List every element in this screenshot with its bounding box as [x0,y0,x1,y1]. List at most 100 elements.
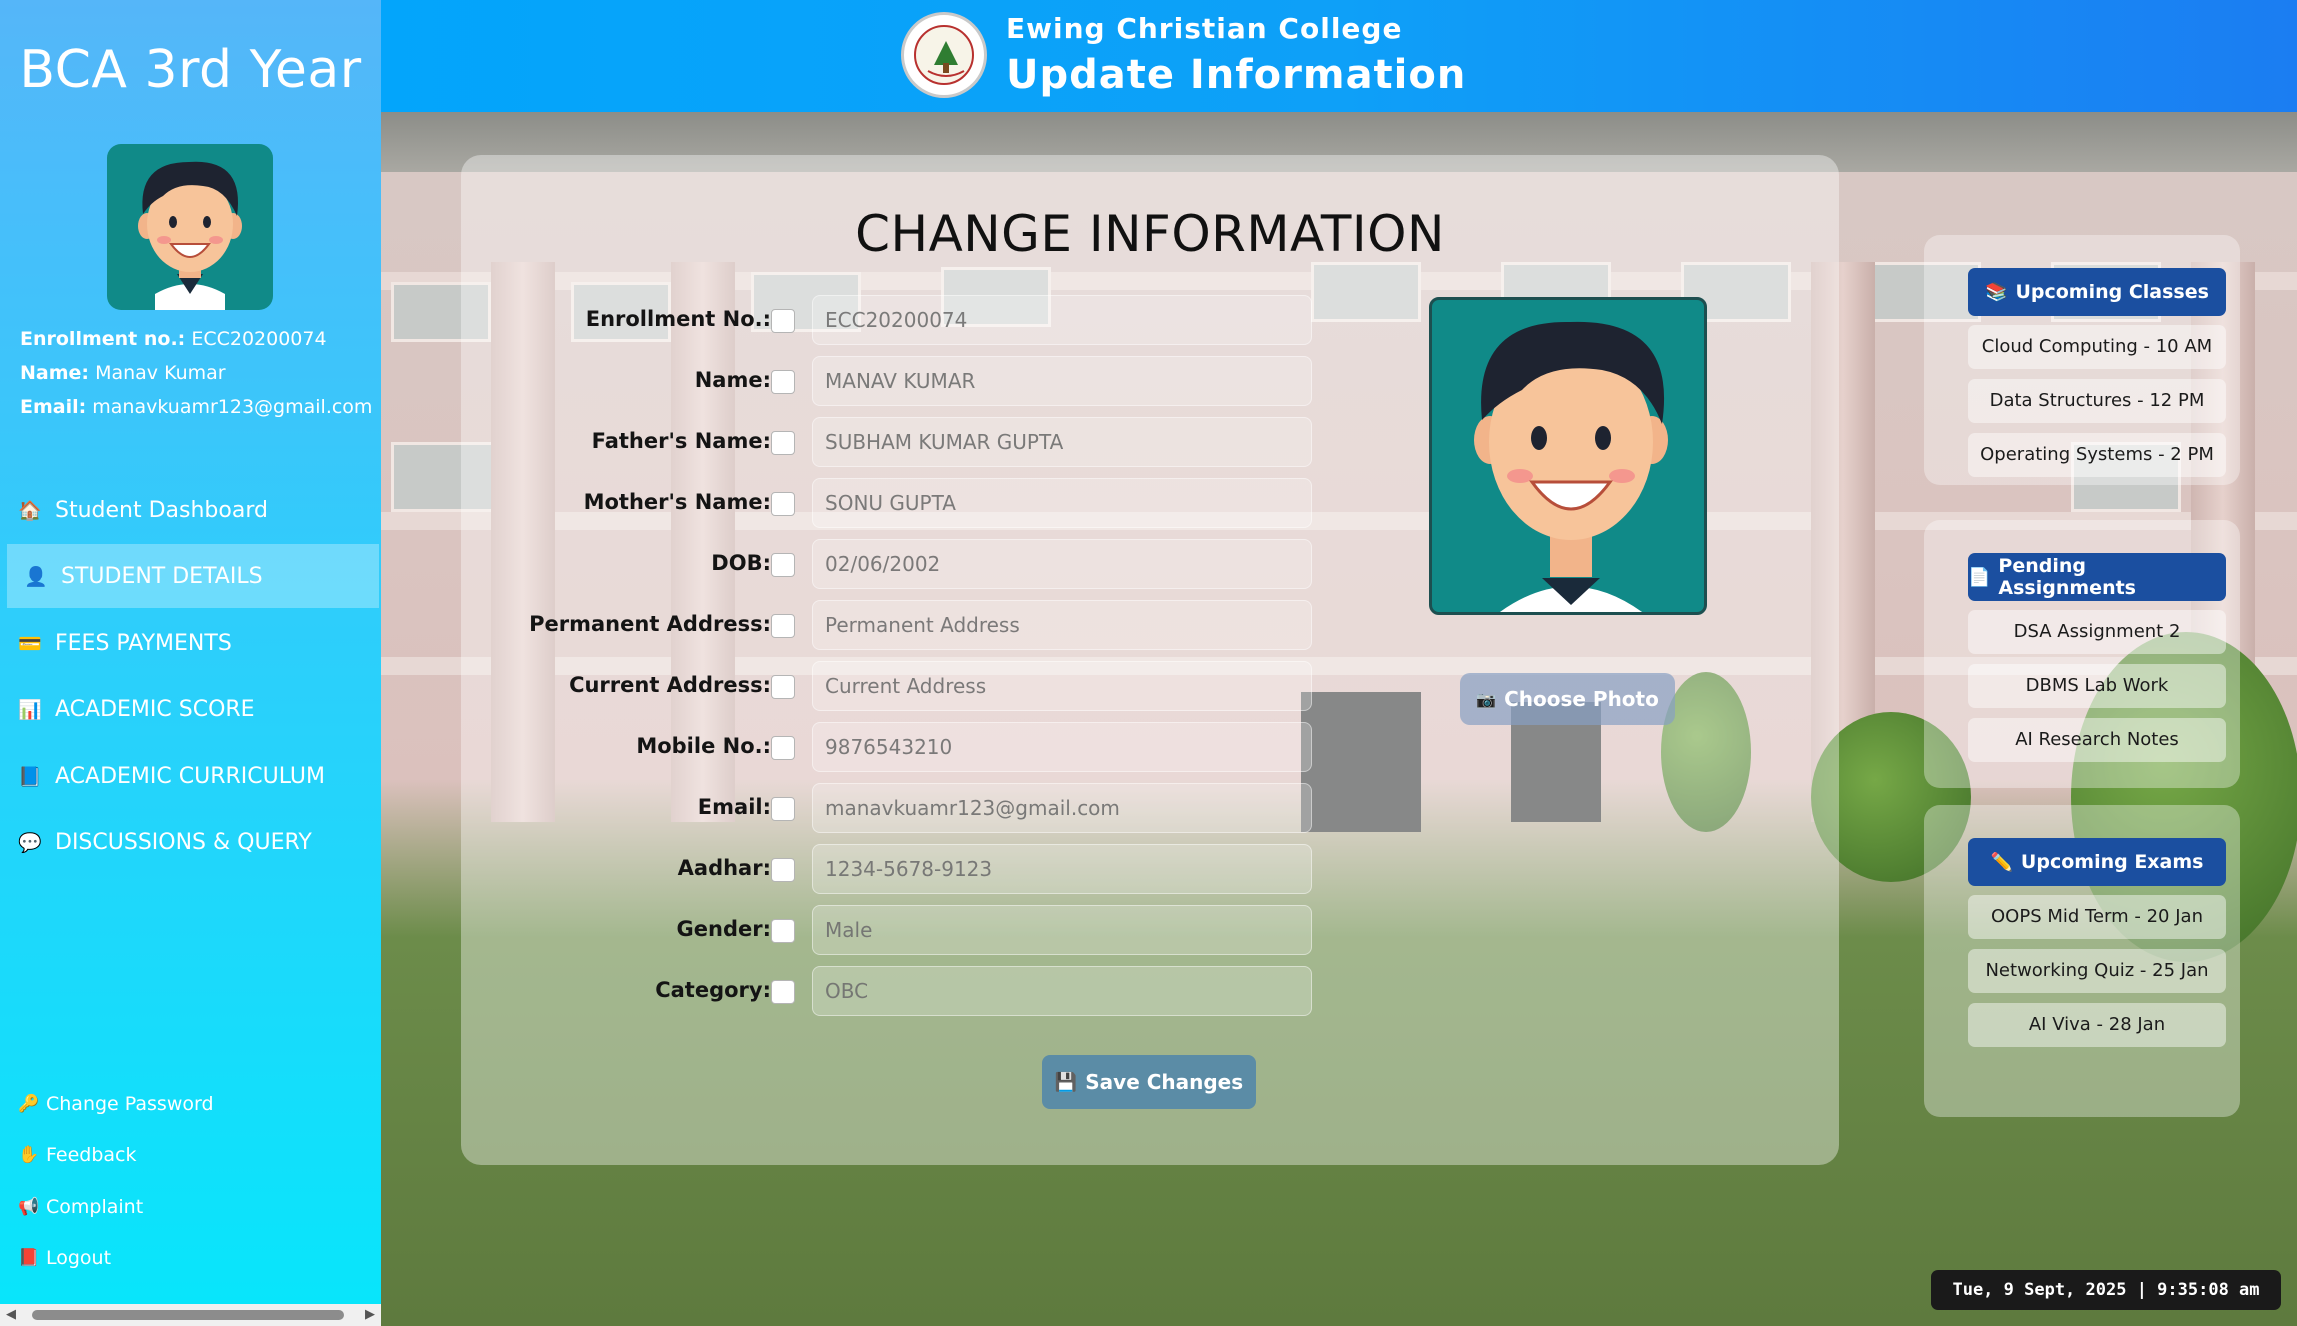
field-label: Aadhar: [677,856,771,880]
college-seal-logo [901,12,987,98]
nav-academic-score[interactable]: 📊 ACADEMIC SCORE [7,677,379,741]
speech-bubble-icon: 💬 [18,831,42,854]
pending-assignments-button[interactable]: 📄 Pending Assignments [1968,553,2226,601]
assignment-item: DSA Assignment 2 [1968,610,2226,654]
top-header: Ewing Christian College Update Informati… [381,0,2297,112]
enrollment-input[interactable] [812,295,1312,345]
upcoming-classes-button[interactable]: 📚 Upcoming Classes [1968,268,2226,316]
field-label: Mother's Name: [583,490,771,514]
aadhar-input[interactable] [812,844,1312,894]
credit-card-icon: 💳 [18,632,42,655]
change-password-link[interactable]: 🔑 Change Password [18,1093,214,1115]
student-info: Enrollment no.: ECC20200074 Name: Manav … [20,322,372,424]
upcoming-classes-widget: 📚 Upcoming Classes Cloud Computing - 10 A… [1924,235,2240,485]
field-checkbox[interactable] [771,797,795,821]
field-label: Current Address: [569,673,771,697]
field-checkbox[interactable] [771,370,795,394]
nav-discussions-query[interactable]: 💬 DISCUSSIONS & QUERY [7,810,379,874]
field-row-enrollment: Enrollment No.: [461,295,1361,345]
field-label: Name: [694,368,771,392]
student-avatar [107,144,273,310]
scroll-right-arrow-icon[interactable]: ▶ [365,1307,375,1322]
pencil-icon: ✏️ [1990,851,2013,873]
key-icon: 🔑 [18,1094,40,1114]
student-icon: 👤 [24,565,48,588]
email-input[interactable] [812,783,1312,833]
page-title: Update Information [1006,52,1467,98]
field-label: Enrollment No.: [585,307,771,331]
class-item: Operating Systems - 2 PM [1968,433,2226,477]
feedback-link[interactable]: ✋ Feedback [18,1144,136,1166]
nav-academic-curriculum[interactable]: 📘 ACADEMIC CURRICULUM [7,744,379,808]
upcoming-exams-button[interactable]: ✏️ Upcoming Exams [1968,838,2226,886]
exam-item: OOPS Mid Term - 20 Jan [1968,895,2226,939]
document-icon: 📄 [1968,566,1991,588]
choose-photo-button[interactable]: 📷 Choose Photo [1460,673,1675,725]
field-checkbox[interactable] [771,858,795,882]
field-checkbox[interactable] [771,309,795,333]
field-row-category: Category: [461,966,1361,1016]
name-line: Name: Manav Kumar [20,362,226,384]
nav-student-dashboard[interactable]: 🏠 Student Dashboard [7,478,379,542]
camera-icon: 📷 [1476,689,1497,709]
save-changes-button[interactable]: 💾 Save Changes [1042,1055,1256,1109]
field-checkbox[interactable] [771,431,795,455]
upcoming-exams-widget: ✏️ Upcoming Exams OOPS Mid Term - 20 Jan … [1924,805,2240,1117]
field-row-gender: Gender: [461,905,1361,955]
class-item: Cloud Computing - 10 AM [1968,325,2226,369]
floppy-disk-icon: 💾 [1054,1071,1078,1093]
nav-student-details[interactable]: 👤 STUDENT DETAILS [7,544,379,608]
email-line: Email: manavkuamr123@gmail.com [20,396,373,418]
mother-name-input[interactable] [812,478,1312,528]
date-time-clock: Tue, 9 Sept, 2025 | 9:35:08 am [1931,1270,2281,1310]
scroll-left-arrow-icon[interactable]: ◀ [6,1307,16,1322]
pending-assignments-widget: 📄 Pending Assignments DSA Assignment 2 DB… [1924,520,2240,788]
field-row-name: Name: [461,356,1361,406]
field-label: Category: [655,978,771,1002]
sidebar-horizontal-scrollbar[interactable]: ◀ ▶ [0,1304,381,1326]
books-icon: 📚 [1985,281,2008,303]
field-row-aadhar: Aadhar: [461,844,1361,894]
category-input[interactable] [812,966,1312,1016]
dob-input[interactable] [812,539,1312,589]
nav-fees-payments[interactable]: 💳 FEES PAYMENTS [7,611,379,675]
complaint-link[interactable]: 📢 Complaint [18,1196,143,1218]
field-checkbox[interactable] [771,736,795,760]
name-input[interactable] [812,356,1312,406]
form-title: CHANGE INFORMATION [855,205,1445,263]
field-row-father-name: Father's Name: [461,417,1361,467]
book-icon: 📘 [18,765,42,788]
field-label: Gender: [676,917,771,941]
field-label: Email: [697,795,771,819]
college-name: Ewing Christian College [1006,12,1403,45]
class-item: Data Structures - 12 PM [1968,379,2226,423]
sidebar: BCA 3rd Year Enrollment no.: ECC20200074… [0,0,381,1326]
mobile-input[interactable] [812,722,1312,772]
exam-item: AI Viva - 28 Jan [1968,1003,2226,1047]
course-title: BCA 3rd Year [19,40,362,100]
field-label: Father's Name: [591,429,771,453]
field-checkbox[interactable] [771,614,795,638]
enrollment-line: Enrollment no.: ECC20200074 [20,328,327,350]
permanent-address-input[interactable] [812,600,1312,650]
profile-photo-preview [1429,297,1707,615]
field-checkbox[interactable] [771,553,795,577]
assignment-item: AI Research Notes [1968,718,2226,762]
field-label: Mobile No.: [636,734,771,758]
field-checkbox[interactable] [771,492,795,516]
field-row-dob: DOB: [461,539,1361,589]
field-checkbox[interactable] [771,919,795,943]
logout-link[interactable]: 📕 Logout [18,1247,111,1269]
current-address-input[interactable] [812,661,1312,711]
bar-chart-icon: 📊 [18,698,42,721]
gender-input[interactable] [812,905,1312,955]
house-icon: 🏠 [18,499,42,522]
change-information-panel: CHANGE INFORMATION Enrollment No.: Name:… [461,155,1839,1165]
field-checkbox[interactable] [771,675,795,699]
father-name-input[interactable] [812,417,1312,467]
field-row-current-address: Current Address: [461,661,1361,711]
field-checkbox[interactable] [771,980,795,1004]
scrollbar-thumb[interactable] [32,1310,344,1320]
exam-item: Networking Quiz - 25 Jan [1968,949,2226,993]
field-label: Permanent Address: [529,612,771,636]
